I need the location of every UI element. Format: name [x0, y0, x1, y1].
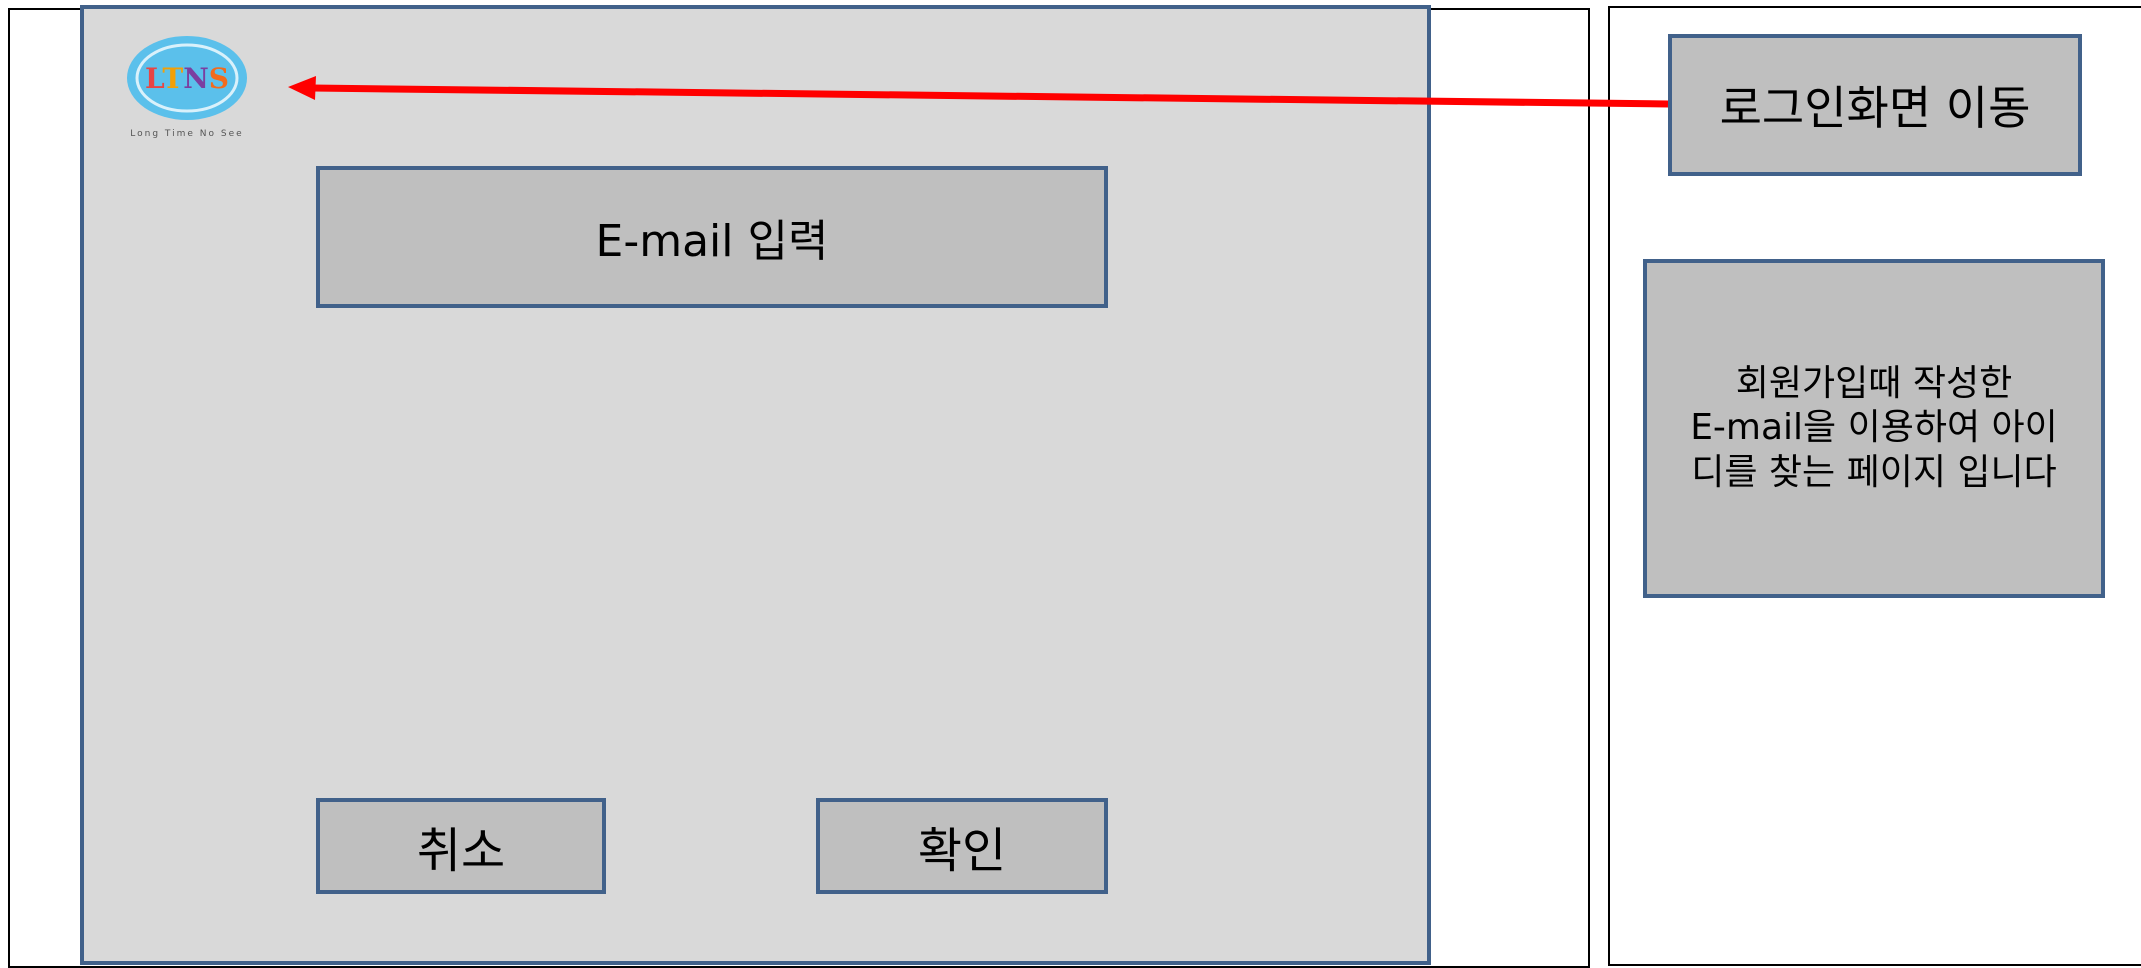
- go-to-login-label: 로그인화면 이동: [1719, 81, 2031, 135]
- description-line-3: 디를 찾는 페이지 입니다: [1691, 451, 2057, 493]
- page-description-note: 회원가입때 작성한 E-mail을 이용하여 아이 디를 찾는 페이지 입니다: [1643, 259, 2105, 598]
- description-line-1: 회원가입때 작성한: [1735, 362, 2013, 404]
- find-id-screen: [80, 5, 1431, 965]
- confirm-button-label: 확인: [917, 823, 1007, 879]
- description-line-2: E-mail을 이용하여 아이: [1690, 407, 2058, 449]
- confirm-button[interactable]: 확인: [816, 798, 1108, 894]
- cancel-button[interactable]: 취소: [316, 798, 606, 894]
- logo-mark-text: LTNS: [145, 62, 229, 95]
- go-to-login-note: 로그인화면 이동: [1668, 34, 2082, 176]
- email-input[interactable]: E-mail 입력: [316, 166, 1108, 308]
- ltns-logo[interactable]: LTNS Long Time No See: [112, 32, 262, 142]
- logo-tagline: Long Time No See: [130, 129, 243, 139]
- cancel-button-label: 취소: [416, 823, 506, 879]
- email-input-placeholder: E-mail 입력: [595, 216, 829, 267]
